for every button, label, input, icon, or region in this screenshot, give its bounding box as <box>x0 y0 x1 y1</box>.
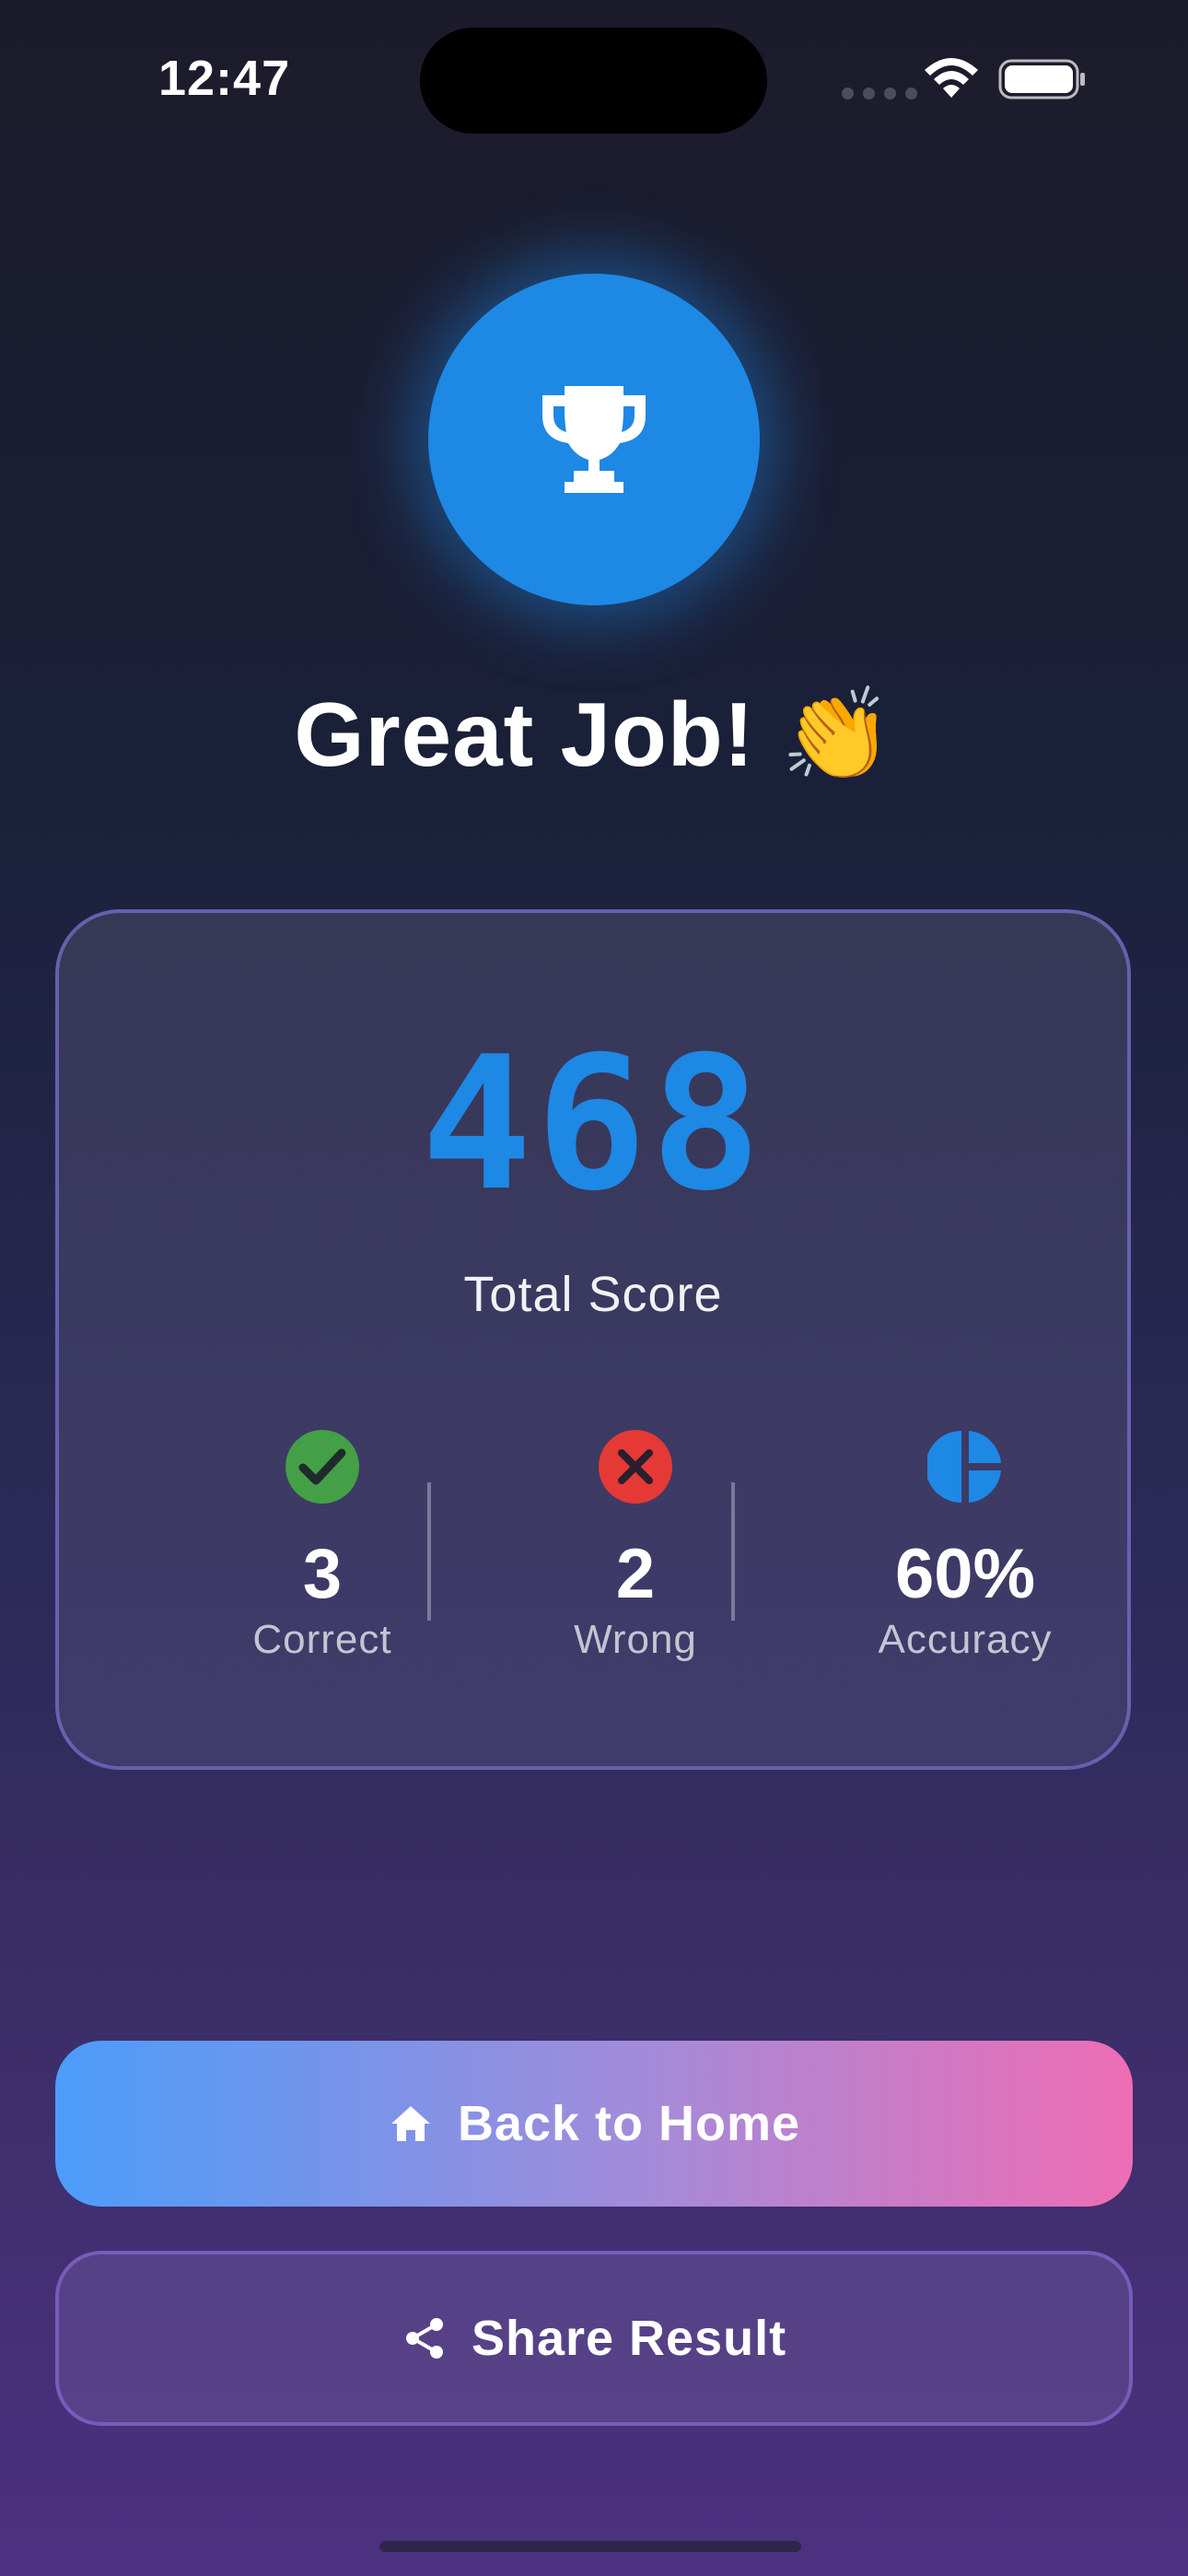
accuracy-label: Accuracy <box>878 1617 1053 1662</box>
dynamic-island <box>420 28 767 134</box>
total-score-label: Total Score <box>463 1267 723 1322</box>
cancel-circle-icon <box>599 1430 672 1504</box>
stat-divider <box>731 1482 735 1621</box>
stat-divider <box>427 1482 431 1621</box>
wrong-count: 2 <box>615 1535 656 1613</box>
home-indicator[interactable] <box>379 2541 801 2552</box>
home-icon <box>390 2106 430 2141</box>
score-card: 468 Total Score 3 Correct 2 Wrong 60% Ac… <box>55 909 1131 1770</box>
stat-correct: 3 Correct <box>166 1429 479 1663</box>
cellular-signal-icon <box>842 88 917 100</box>
back-to-home-label: Back to Home <box>457 2096 801 2151</box>
battery-icon <box>998 59 1085 100</box>
share-icon <box>405 2318 443 2359</box>
share-result-button[interactable]: Share Result <box>55 2251 1133 2426</box>
correct-count: 3 <box>302 1535 343 1613</box>
wrong-label: Wrong <box>574 1617 697 1662</box>
accuracy-value: 60% <box>894 1535 1036 1613</box>
back-to-home-button[interactable]: Back to Home <box>55 2041 1133 2207</box>
trophy-badge <box>428 274 760 605</box>
stat-accuracy: 60% Accuracy <box>809 1429 1122 1663</box>
check-circle-icon <box>285 1430 359 1504</box>
pie-chart-icon <box>927 1431 1001 1503</box>
share-result-label: Share Result <box>471 2311 787 2366</box>
wifi-icon <box>925 58 978 98</box>
trophy-icon <box>542 386 646 493</box>
correct-label: Correct <box>252 1617 392 1662</box>
status-time: 12:47 <box>158 51 291 106</box>
stat-wrong: 2 Wrong <box>479 1429 792 1663</box>
result-headline: Great Job! 👏 <box>294 684 894 785</box>
total-score-value: 468 <box>421 1017 765 1232</box>
